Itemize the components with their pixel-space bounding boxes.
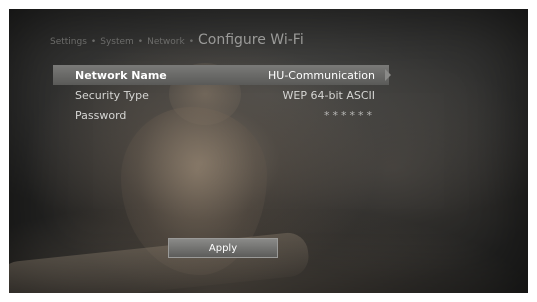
security-type-row[interactable]: Security Type WEP 64-bit ASCII <box>53 85 389 105</box>
breadcrumb-separator: • <box>137 37 144 47</box>
network-name-row[interactable]: Network Name HU-Communication <box>53 65 391 85</box>
password-value: ****** <box>324 108 375 122</box>
password-row[interactable]: Password ****** <box>53 105 389 125</box>
security-type-label: Security Type <box>75 88 149 102</box>
wifi-settings-list: Network Name HU-Communication Security T… <box>53 65 391 125</box>
network-name-label: Network Name <box>75 68 167 82</box>
password-label: Password <box>75 108 127 122</box>
arrow-right-icon <box>385 69 391 81</box>
breadcrumb-separator: • <box>90 37 97 47</box>
breadcrumb: Settings • System • Network • Configure … <box>50 32 304 56</box>
breadcrumb-separator: • <box>188 37 194 47</box>
breadcrumb-system: System <box>100 37 134 47</box>
breadcrumb-settings: Settings <box>50 37 87 47</box>
tv-screen: Settings • System • Network • Configure … <box>9 9 528 293</box>
security-type-value: WEP 64-bit ASCII <box>282 88 375 102</box>
page-title: Configure Wi-Fi <box>198 32 304 48</box>
breadcrumb-network: Network <box>147 37 185 47</box>
network-name-value: HU-Communication <box>268 68 375 82</box>
apply-button[interactable]: Apply <box>168 238 278 258</box>
